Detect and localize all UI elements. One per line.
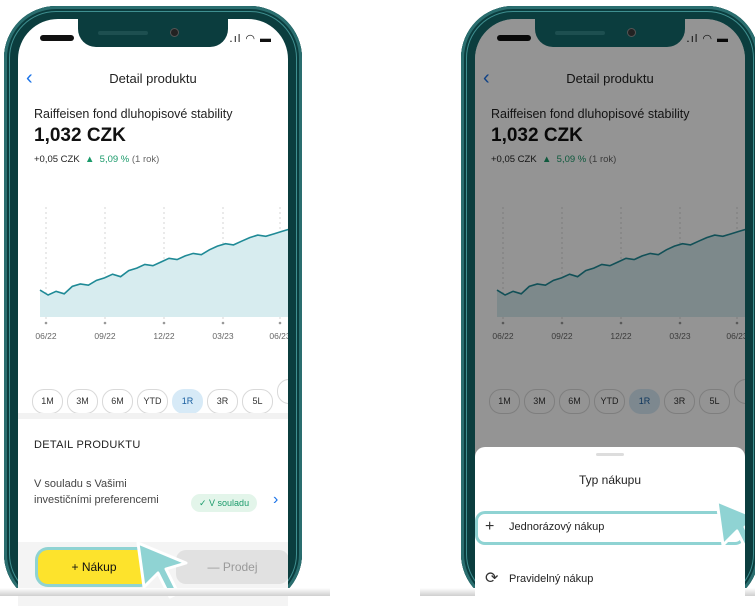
screen-purchase-sheet: ․ıl ◠ ▬ ‹ Detail produktu Raiffeisen fon… <box>475 19 745 606</box>
compliance-badge: ✓ V souladu <box>191 494 258 512</box>
x-tick-label: 03/23 <box>212 331 234 341</box>
x-tick-label: 06/22 <box>35 331 57 341</box>
section-divider <box>18 413 288 419</box>
tick-dot <box>221 321 225 325</box>
change-period: (1 rok) <box>131 154 160 165</box>
change-absolute: +0,05 CZK <box>34 154 80 165</box>
range-selector: 1M 3M 6M YTD 1R 3R 5L <box>32 379 288 414</box>
recurring-icon: ⟳ <box>485 570 499 587</box>
change-percent: 5,09 % <box>99 154 130 165</box>
up-arrow-icon: ▲ <box>82 154 98 165</box>
chevron-right-icon[interactable]: › <box>273 491 278 509</box>
tick-dot <box>162 321 166 325</box>
status-pill <box>40 35 74 41</box>
phone-frame-right: ․ıl ◠ ▬ ‹ Detail produktu Raiffeisen fon… <box>461 6 755 606</box>
x-tick-label: 09/22 <box>94 331 116 341</box>
nav-bar: ‹ Detail produktu <box>18 67 288 93</box>
plus-icon: + <box>485 518 495 535</box>
status-icons: ․ıl ◠ ▬ <box>229 33 272 45</box>
range-more[interactable] <box>277 379 288 404</box>
phone-frame-left: ․ıl ◠ ▬ ‹ Detail produktu Raiffeisen fon… <box>4 6 302 606</box>
option-label: Jednorázový nákup <box>509 521 605 533</box>
tick-dot <box>44 321 48 325</box>
sheet-title: Typ nákupu <box>578 473 642 487</box>
range-1r[interactable]: 1R <box>172 389 203 414</box>
range-5l[interactable]: 5L <box>242 389 273 414</box>
phone-notch <box>78 19 228 47</box>
preference-text: V souladu s Vašimi investičními preferen… <box>34 478 159 506</box>
tick-dot <box>103 321 107 325</box>
phone-shadow <box>0 588 330 596</box>
screen-product-detail: ․ıl ◠ ▬ ‹ Detail produktu Raiffeisen fon… <box>18 19 288 606</box>
range-1m[interactable]: 1M <box>32 389 63 414</box>
page-title: Detail produktu <box>109 71 197 86</box>
x-tick-label: 12/22 <box>153 331 175 341</box>
price-change: +0,05 CZK ▲ 5,09 % (1 rok) <box>34 154 159 165</box>
fund-name: Raiffeisen fond dluhopisové stability <box>34 107 233 121</box>
sheet-drag-handle[interactable] <box>596 453 624 456</box>
option-label: Pravidelný nákup <box>509 573 594 585</box>
range-3r[interactable]: 3R <box>207 389 238 414</box>
fund-price: 1,032 CZK <box>34 125 126 146</box>
tick-dot <box>278 321 282 325</box>
section-title: DETAIL PRODUKTU <box>34 439 141 451</box>
range-3m[interactable]: 3M <box>67 389 98 414</box>
x-tick-label: 06/23 <box>269 331 288 341</box>
regular-purchase-option[interactable]: ⟳ Pravidelný nákup <box>475 563 745 597</box>
phone-notch <box>535 19 685 47</box>
pointer-arrow-icon <box>715 499 745 551</box>
range-ytd[interactable]: YTD <box>137 389 168 414</box>
range-6m[interactable]: 6M <box>102 389 133 414</box>
price-chart[interactable]: 06/22 09/22 12/22 03/23 06/23 <box>32 197 288 347</box>
